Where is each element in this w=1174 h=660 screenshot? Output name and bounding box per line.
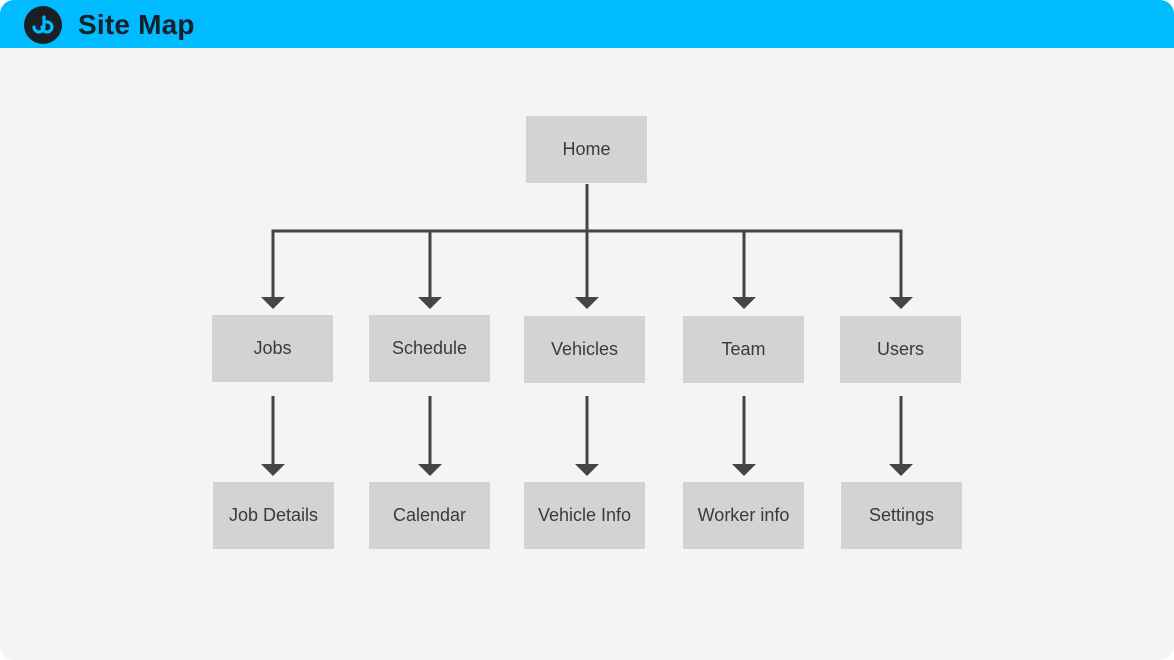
site-map-canvas: Site Map Home Jobs Schedule Vehicles Tea… [0, 0, 1174, 660]
node-label: Job Details [228, 505, 319, 525]
node-label: Users [876, 339, 924, 359]
node-label: Home [562, 139, 611, 159]
arrowhead-icon [732, 464, 756, 476]
node-schedule[interactable]: Schedule [369, 315, 490, 382]
arrowhead-icon [418, 464, 442, 476]
node-home[interactable]: Home [526, 116, 647, 183]
node-worker-info[interactable]: Worker info [683, 482, 804, 549]
node-label: Team [721, 339, 766, 359]
node-label: Jobs [253, 338, 292, 358]
node-calendar[interactable]: Calendar [369, 482, 490, 549]
arrowhead-icon [575, 464, 599, 476]
arrowhead-icon [261, 297, 285, 309]
node-job-details[interactable]: Job Details [213, 482, 334, 549]
arrowhead-icon [575, 297, 599, 309]
node-label: Worker info [697, 505, 790, 525]
node-jobs[interactable]: Jobs [212, 315, 333, 382]
node-label: Schedule [391, 338, 468, 358]
arrowhead-icon [418, 297, 442, 309]
node-settings[interactable]: Settings [841, 482, 962, 549]
node-label: Vehicle Info [537, 505, 632, 525]
node-team[interactable]: Team [683, 316, 804, 383]
node-label: Calendar [392, 505, 467, 525]
node-vehicles[interactable]: Vehicles [524, 316, 645, 383]
arrowhead-icon [732, 297, 756, 309]
node-vehicle-info[interactable]: Vehicle Info [524, 482, 645, 549]
node-label: Settings [868, 505, 935, 525]
node-users[interactable]: Users [840, 316, 961, 383]
node-label: Vehicles [550, 339, 619, 359]
arrowhead-icon [889, 464, 913, 476]
arrowhead-icon [889, 297, 913, 309]
arrowhead-icon [261, 464, 285, 476]
